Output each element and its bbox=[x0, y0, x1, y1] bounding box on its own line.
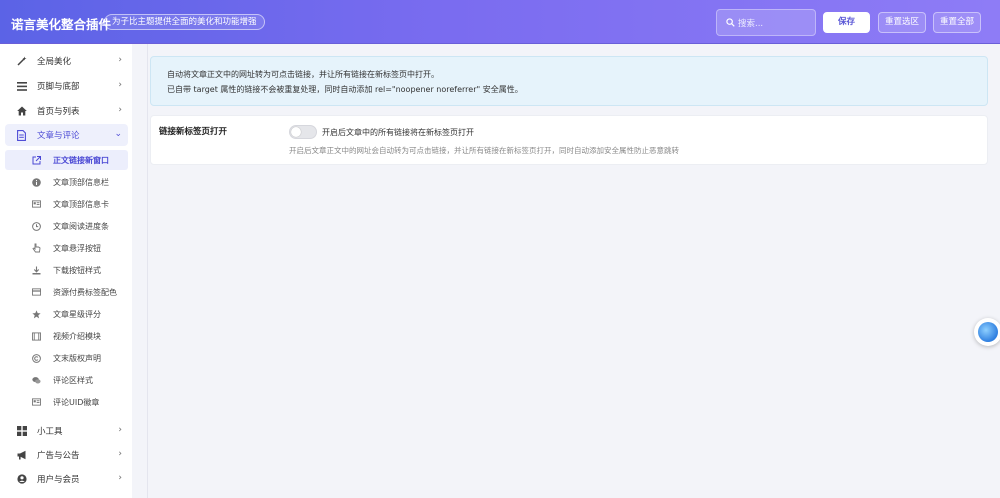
sidebar-item-label: 首页与列表 bbox=[37, 107, 80, 117]
chevron-right-icon: › bbox=[118, 473, 122, 483]
search-icon bbox=[726, 18, 735, 27]
star-icon bbox=[32, 309, 41, 319]
sidebar-item-label: 页脚与底部 bbox=[37, 82, 80, 92]
megaphone-icon bbox=[16, 450, 27, 461]
sidebar-item-global[interactable]: 全局美化 › bbox=[5, 50, 128, 72]
id-card-icon bbox=[32, 200, 41, 209]
chevron-right-icon: › bbox=[118, 55, 122, 65]
submenu-item-label: 文章阅读进度条 bbox=[53, 221, 109, 231]
setting-card: 链接新标签页打开 开启后文章中的所有链接将在新标签页打开 开启后文章正文中的网址… bbox=[150, 115, 988, 165]
reset-all-button[interactable]: 重置全部 bbox=[933, 12, 981, 33]
submenu-item-top-info-card[interactable]: 文章顶部信息卡 bbox=[5, 194, 128, 214]
chevron-right-icon: › bbox=[118, 105, 122, 115]
submenu-item-download-button[interactable]: 下载按钮样式 bbox=[5, 260, 128, 280]
document-icon bbox=[16, 129, 27, 141]
chevron-right-icon: › bbox=[118, 425, 122, 435]
submenu-item-floating-buttons[interactable]: 文章悬浮按钮 bbox=[5, 238, 128, 258]
sidebar-item-home[interactable]: 首页与列表 › bbox=[5, 100, 128, 122]
sidebar-item-label: 小工具 bbox=[37, 427, 63, 437]
submenu-item-label: 文章顶部信息卡 bbox=[53, 199, 109, 209]
new-tab-toggle[interactable] bbox=[289, 125, 317, 139]
comments-icon bbox=[32, 376, 41, 385]
chevron-right-icon: › bbox=[118, 80, 122, 90]
submenu-item-video-intro[interactable]: 视频介绍模块 bbox=[5, 326, 128, 346]
submenu-item-star-rating[interactable]: 文章星级评分 bbox=[5, 304, 128, 324]
submenu-item-label: 视频介绍模块 bbox=[53, 331, 101, 341]
download-icon bbox=[32, 266, 41, 275]
grid-icon bbox=[16, 426, 27, 437]
info-icon bbox=[32, 177, 41, 187]
sidebar-divider bbox=[147, 44, 148, 498]
magic-wand-icon bbox=[16, 56, 27, 67]
tagline-badge: 为子比主题提供全面的美化和功能增强 bbox=[104, 14, 265, 30]
clock-icon bbox=[32, 221, 41, 231]
setting-label: 链接新标签页打开 bbox=[159, 127, 228, 137]
submenu-item-label: 文章星级评分 bbox=[53, 309, 101, 319]
chevron-right-icon: › bbox=[118, 449, 122, 459]
assistant-icon bbox=[978, 322, 998, 342]
sidebar-item-widgets[interactable]: 小工具 › bbox=[5, 420, 128, 442]
submenu-item-label: 评论UID徽章 bbox=[53, 397, 100, 407]
search-placeholder: 搜索... bbox=[738, 19, 764, 29]
sidebar-item-label: 广告与公告 bbox=[37, 451, 80, 461]
toggle-knob bbox=[291, 127, 301, 137]
copyright-icon bbox=[32, 353, 41, 363]
sidebar-item-label: 全局美化 bbox=[37, 57, 72, 67]
search-input[interactable]: 搜索... bbox=[716, 9, 816, 36]
user-circle-icon bbox=[16, 474, 27, 485]
notice-line-2: 已自带 target 属性的链接不会被重复处理，同时自动添加 rel="noop… bbox=[167, 85, 523, 94]
sidebar-item-label: 文章与评论 bbox=[37, 131, 80, 141]
submenu-item-paid-tag-colors[interactable]: 资源付费标签配色 bbox=[5, 282, 128, 302]
credit-card-icon bbox=[32, 288, 41, 297]
submenu-item-label: 文章悬浮按钮 bbox=[53, 243, 101, 253]
submenu-item-comment-uid-badge[interactable]: 评论UID徽章 bbox=[5, 392, 128, 412]
reset-selection-button[interactable]: 重置选区 bbox=[878, 12, 926, 33]
submenu-item-comment-style[interactable]: 评论区样式 bbox=[5, 370, 128, 390]
submenu-item-top-info-bar[interactable]: 文章顶部信息栏 bbox=[5, 172, 128, 192]
sidebar-item-footer[interactable]: 页脚与底部 › bbox=[5, 75, 128, 97]
setting-description: 开启后文章正文中的网址会自动转为可点击链接，并让所有链接在新标签页打开，同时自动… bbox=[289, 146, 679, 155]
external-link-icon bbox=[32, 155, 41, 165]
sidebar-item-users[interactable]: 用户与会员 › bbox=[5, 468, 128, 490]
sidebar-item-ads[interactable]: 广告与公告 › bbox=[5, 444, 128, 466]
submenu-item-label: 正文链接新窗口 bbox=[53, 155, 109, 165]
toggle-label: 开启后文章中的所有链接将在新标签页打开 bbox=[322, 128, 474, 137]
home-icon bbox=[16, 106, 27, 117]
notice-line-1: 自动将文章正文中的网址转为可点击链接，并让所有链接在新标签页中打开。 bbox=[167, 70, 439, 79]
submenu-item-copyright[interactable]: 文末版权声明 bbox=[5, 348, 128, 368]
info-notice: 自动将文章正文中的网址转为可点击链接，并让所有链接在新标签页中打开。 已自带 t… bbox=[150, 56, 988, 106]
save-button[interactable]: 保存 bbox=[823, 12, 870, 33]
submenu-item-reading-progress[interactable]: 文章阅读进度条 bbox=[5, 216, 128, 236]
hand-pointer-icon bbox=[32, 243, 41, 253]
top-header: 诺言美化整合插件 为子比主题提供全面的美化和功能增强 搜索... 保存 重置选区… bbox=[0, 0, 1000, 44]
submenu-item-label: 评论区样式 bbox=[53, 375, 93, 385]
floating-assistant-button[interactable] bbox=[974, 318, 1000, 346]
submenu-item-label: 下载按钮样式 bbox=[53, 265, 101, 275]
id-badge-icon bbox=[32, 398, 41, 407]
bars-icon bbox=[16, 81, 27, 92]
film-icon bbox=[32, 331, 41, 341]
submenu-item-label: 资源付费标签配色 bbox=[53, 287, 117, 297]
sidebar-item-articles[interactable]: 文章与评论 ⌄ bbox=[5, 124, 128, 146]
submenu-item-label: 文章顶部信息栏 bbox=[53, 177, 109, 187]
submenu-item-label: 文末版权声明 bbox=[53, 353, 101, 363]
sidebar-item-label: 用户与会员 bbox=[37, 475, 80, 485]
app-title: 诺言美化整合插件 bbox=[11, 17, 112, 32]
chevron-down-icon: ⌄ bbox=[114, 129, 122, 139]
submenu-item-link-new-window[interactable]: 正文链接新窗口 bbox=[5, 150, 128, 170]
sidebar: 全局美化 › 页脚与底部 › 首页与列表 › 文章与评论 ⌄ 正文链接新窗口 文… bbox=[0, 44, 132, 498]
